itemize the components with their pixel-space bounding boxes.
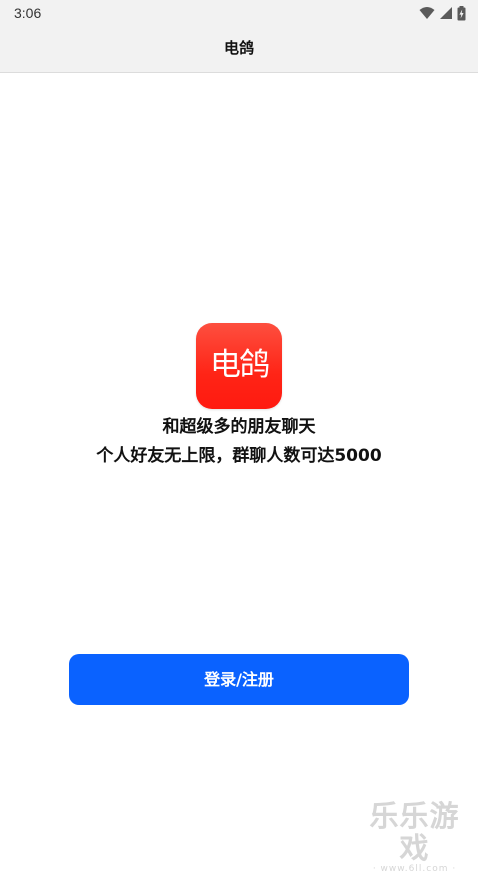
app-logo-text: 电鸽 (210, 347, 270, 383)
signal-icon (440, 7, 452, 19)
login-register-button[interactable]: 登录/注册 (69, 654, 409, 705)
app-logo: 电鸽 (196, 323, 282, 409)
watermark-main: 乐乐游戏 (369, 799, 460, 865)
watermark: 乐乐游戏 · www.6ll.com · (357, 800, 472, 874)
tagline-secondary: 个人好友无上限，群聊人数可达5000 (96, 446, 382, 466)
page-title: 电鸽 (223, 39, 254, 57)
status-bar: 3:06 (0, 0, 478, 26)
title-bar: 电鸽 (0, 26, 478, 73)
battery-charging-icon (457, 5, 466, 20)
status-icons (419, 5, 466, 21)
tagline-primary: 和超级多的朋友聊天 (162, 417, 316, 437)
status-time: 3:06 (14, 5, 42, 21)
wifi-icon (419, 7, 435, 19)
watermark-sub: · www.6ll.com · (372, 864, 457, 874)
